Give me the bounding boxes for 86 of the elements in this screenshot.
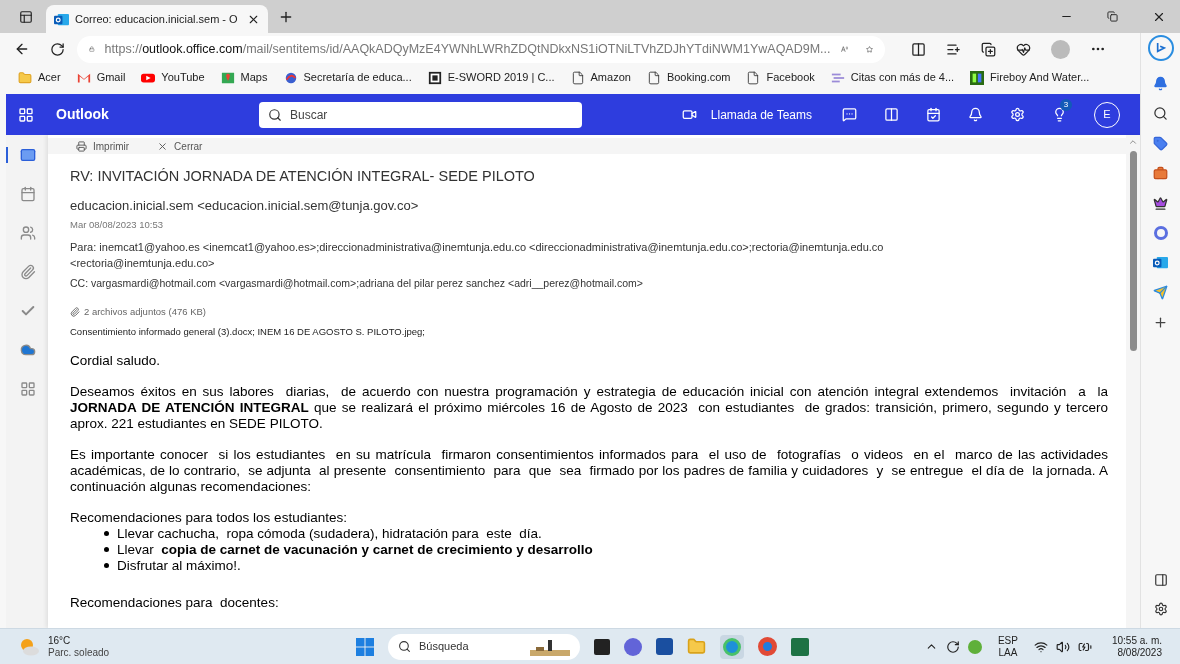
printer-icon: [76, 140, 87, 152]
folder-icon: [18, 70, 32, 85]
restore-icon[interactable]: [1107, 11, 1118, 22]
teams-call-button[interactable]: Llamada de Teams: [681, 105, 812, 124]
notification-badge: 3: [1060, 99, 1072, 111]
briefcase-icon[interactable]: [1153, 166, 1168, 181]
close-icon: [157, 140, 169, 152]
body-paragraph: Recomendaciones para docentes:: [70, 594, 280, 611]
address-bar[interactable]: https://outlook.office.com/mail/sentitems/id/AAQkADQyMzE4YWNhLWRhZDQtNDkxNS1iOTNiLTVhZDJhYTdiNWM1YwAQAD9M...: [77, 35, 885, 63]
clock[interactable]: 10:55 a. m. 8/08/2023: [1111, 634, 1162, 659]
calendar-check-icon[interactable]: [926, 107, 941, 122]
sun-cloud-icon: [18, 636, 40, 657]
favorites-icon[interactable]: [946, 41, 961, 57]
toolbar-button[interactable]: Imprimir: [76, 138, 130, 154]
browser-tab[interactable]: Correo: educacion.inicial.sem - O: [46, 5, 268, 33]
lock-icon: [89, 43, 95, 55]
reload-icon[interactable]: [50, 41, 65, 57]
scrollbar[interactable]: [1126, 135, 1140, 628]
bell-icon[interactable]: [968, 107, 983, 122]
recipients-cc: CC: vargasmardi@hotmail.com <vargasmardi@hotmail.com>;adriana del pilar perez sanchez <adri__perez@hotmail.com>: [70, 275, 644, 291]
sidebar-toggle-icon[interactable]: [1153, 573, 1168, 587]
message-subject: RV: INVITACIÓN JORNADA DE ATENCIÓN INTEGRAL- SEDE PILOTO: [70, 167, 536, 186]
scrollbar-thumb[interactable]: [1129, 151, 1137, 351]
bookmark-link[interactable]: Amazon: [570, 69, 631, 86]
body-paragraph: Es importante conocer si los estudiantes en su matrícula firmaron consentimientos informados para el uso de fotografías o videos en el marco de las actividades académicas, de lo contrario, se adjunta al presente consentimiento para que sea firmado por los padres de familia y cuidadores y se entregue el día de la jornada. A continuación algunas recomendaciones:: [70, 446, 1108, 495]
app-name[interactable]: Outlook: [56, 104, 259, 125]
split-screen-icon[interactable]: [911, 41, 926, 57]
recipients-to: Para: inemcat1@yahoo.es <inemcat1@yahoo.es>;direccionadministrativa@inemtunja.edu.co <direccionadministrativa@inemtunja.edu.co>;rectoria@inemtunja.edu.co <rectoria@inemtunja.edu.co>: [70, 239, 885, 271]
attachment-summary: 2 archivos adjuntos (476 KB): [84, 305, 206, 320]
list-item: Disfrutar al máximo!.: [117, 557, 241, 574]
page-icon: [646, 70, 661, 85]
tab-actions-icon[interactable]: [19, 10, 33, 24]
add-icon[interactable]: [1153, 315, 1168, 330]
bookmark-link[interactable]: Fireboy And Water...: [970, 69, 1090, 86]
bell-icon[interactable]: [1153, 76, 1168, 91]
bookmark-link[interactable]: Citas con más de 4...: [830, 69, 955, 86]
wifi-icon[interactable]: [1033, 639, 1048, 654]
page-icon: [746, 70, 761, 85]
search-field[interactable]: Buscar: [259, 101, 582, 128]
collections-icon[interactable]: [981, 41, 996, 57]
settings-icon[interactable]: [1153, 602, 1168, 616]
mail-app-icon: [54, 11, 69, 27]
weather-condition: Parc. soleado: [48, 646, 110, 659]
body-paragraph: Deseamos éxitos en sus labores diarias, de acuerdo con nuestra programación y estrategia de educación inicial con atención integral extendemos invitación a la JORNADA DE ATENCIÓN INTEGRAL que se realizará el próximo miércoles 16 de Agosto de 2023 con estudiantes de grados: transición, primero, segundo y tercero aprox. 221 estudiantes en SEDE PILOTO.: [70, 383, 1108, 432]
bookmark-link[interactable]: Maps: [220, 69, 268, 86]
tab-title: Correo: educacion.inicial.sem - O: [75, 11, 239, 27]
volume-icon[interactable]: [1055, 639, 1070, 654]
lightbulb-icon[interactable]: [1052, 107, 1067, 122]
temperature: 16°C: [48, 634, 72, 647]
send-icon[interactable]: [1153, 285, 1168, 300]
list-item: Llevar cachucha, ropa cómoda (sudadera), hidratación para este día.: [117, 525, 542, 542]
new-tab-icon[interactable]: [278, 9, 294, 25]
bookmark-link[interactable]: E-SWORD 2019 | C...: [427, 69, 555, 86]
video-camera-icon: [681, 107, 697, 122]
start-icon[interactable]: [356, 637, 374, 656]
bookmark-link[interactable]: Acer: [18, 69, 61, 86]
search-icon: [398, 640, 411, 653]
attachment-list[interactable]: Consentimiento informado general (3).docx; INEM 16 DE AGOSTO S. PILOTO.jpeg;: [70, 324, 1108, 339]
bookmark-link[interactable]: Gmail: [76, 69, 126, 86]
sender-address: educacion.inicial.sem <educacion.inicial.sem@tunja.gov.co>: [70, 196, 420, 215]
tag-icon[interactable]: [1153, 136, 1168, 151]
browser-health-icon[interactable]: [1016, 41, 1031, 57]
sync-icon[interactable]: [945, 639, 960, 654]
weather-widget[interactable]: 16°C Parc. soleado: [18, 634, 318, 659]
bookmark-link[interactable]: Secretaría de educa...: [283, 69, 412, 86]
page-icon: [570, 70, 585, 85]
search-icon: [268, 107, 282, 122]
back-icon[interactable]: [14, 41, 30, 57]
site-logo-icon: [283, 70, 298, 85]
list-heading: Recomendaciones para todos los estudiantes:: [70, 509, 348, 526]
bookmark-link[interactable]: Facebook: [746, 69, 815, 86]
search-icon[interactable]: [1153, 106, 1168, 121]
chat-icon[interactable]: [842, 107, 857, 122]
body-paragraph: Cordial saludo.: [70, 352, 162, 369]
sent-date: Mar 08/08/2023 10:53: [70, 218, 164, 233]
toolbar-button[interactable]: Cerrar: [157, 138, 203, 154]
bookmark-link[interactable]: Booking.com: [646, 69, 731, 86]
mail-app-icon[interactable]: [1153, 255, 1168, 270]
map-pin-icon: [220, 70, 235, 85]
app-launcher-icon[interactable]: [18, 106, 34, 123]
paperclip-icon: [70, 307, 80, 318]
url-text: https://outlook.office.com/mail/sentitems/id/AAQkADQyMzE4YWNhLWRhZDQtNDkxNS1iOTNiLTVhZDJhYTdiNWM1YwAQAD9M...: [104, 40, 831, 58]
bookmark-link[interactable]: YouTube: [141, 69, 205, 86]
list-item: Llevar copia de carnet de vacunación y carnet de crecimiento y desarrollo: [117, 541, 593, 558]
language-indicator[interactable]: ESP LAA: [997, 634, 1018, 659]
taskbar-search-field[interactable]: Búsqueda: [388, 633, 580, 660]
